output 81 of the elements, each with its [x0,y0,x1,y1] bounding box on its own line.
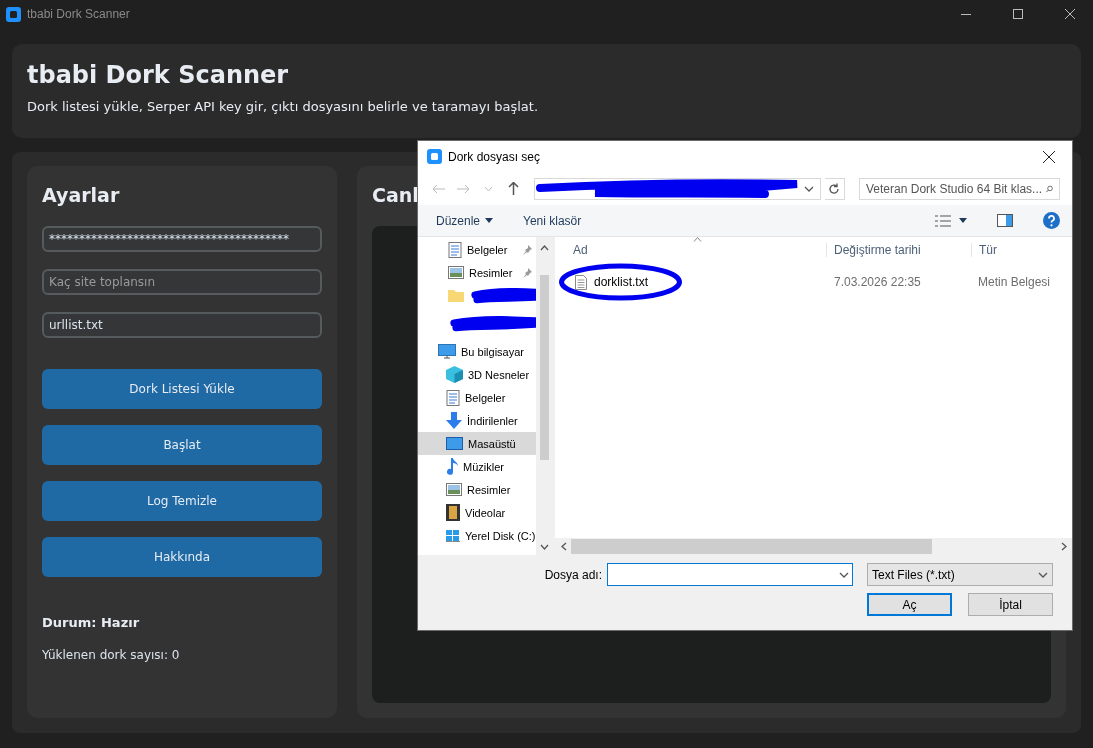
file-row[interactable]: dorklist.txt 7.03.2026 22:35 Metin Belgesi [555,263,1072,301]
nav-item[interactable]: Bu bilgisayar [418,340,536,363]
up-arrow-icon [508,182,520,195]
nav-item[interactable]: Yerel Disk (C:) [418,524,536,547]
action-button[interactable]: Hakkında [42,537,322,577]
nav-item[interactable]: Masaüstü [418,432,536,455]
minimize-icon [961,13,971,15]
nav-item[interactable]: Videolar [418,501,536,524]
chevron-down-icon [839,571,849,578]
app-subtitle: Dork listesi yükle, Serper API key gir, çıktı dosyasını belirle ve taramayı başlat. [27,99,540,114]
drive-icon [446,529,460,542]
window-title: tbabi Dork Scanner [27,7,130,21]
scroll-up-icon [540,245,549,251]
action-button[interactable]: Log Temizle [42,481,322,521]
picture-icon [448,266,464,279]
download-arrow-icon [446,412,462,429]
file-name-label: Dosya adı: [544,567,602,582]
scroll-left-icon [561,542,567,551]
close-icon [1043,150,1055,163]
refresh-icon [828,182,841,195]
chevron-down-icon [803,185,814,192]
back-arrow-icon [432,183,445,194]
column-header[interactable]: Tür [979,243,997,257]
nav-item[interactable]: Resimler [418,478,536,501]
app-icon [6,6,21,22]
caret-icon [485,218,494,223]
nav-item[interactable]: 3D Nesneler [418,363,536,386]
dork-count-text: Yüklenen dork sayısı: 0 [42,648,181,662]
type-cell: Metin Belgesi [978,275,1051,289]
horizontal-scrollbar[interactable] [555,538,1072,555]
nav-item[interactable]: Müzikler [418,455,536,478]
chevron-down-icon [1038,571,1048,578]
open-button[interactable]: Aç [867,593,952,616]
app-icon [427,149,442,164]
date-cell: 7.03.2026 22:35 [834,275,921,289]
caret-icon [959,218,967,223]
chevron-down-icon [485,186,493,191]
scroll-right-icon [1061,542,1067,551]
film-icon [446,504,460,521]
action-button[interactable]: Başlat [42,425,322,465]
maximize-icon [1013,9,1023,19]
organize-menu[interactable]: Düzenle [436,213,494,228]
input-field[interactable]: urllist.txt [42,312,322,338]
computer-icon [438,344,456,359]
list-view-icon [935,214,951,227]
help-icon[interactable] [1043,212,1060,229]
file-name-field[interactable] [607,563,853,586]
folder-icon [448,289,464,302]
column-header[interactable]: Ad [573,243,588,257]
file-type-dropdown[interactable]: Text Files (*.txt) [867,563,1053,586]
column-header[interactable]: Değiştirme tarihi [834,243,921,257]
input-field[interactable]: Kaç site toplansın [42,269,322,295]
document-icon [446,389,460,406]
action-button[interactable]: Dork Listesi Yükle [42,369,322,409]
cube-icon [446,366,463,383]
input-field[interactable]: **************************************** [42,226,322,252]
picture-icon [446,483,462,496]
panel-title: Canl [372,184,419,206]
nav-item[interactable]: Resimler [418,261,536,284]
panel-title: Ayarlar [42,184,120,206]
nav-item[interactable]: Belgeler [418,386,536,409]
close-icon [1065,9,1075,19]
file-name: dorklist.txt [594,275,648,289]
desktop-icon [446,437,463,450]
document-icon [448,241,462,258]
forward-arrow-icon [457,183,471,194]
scroll-down-icon [540,544,549,550]
music-note-icon [446,458,458,475]
preview-pane-icon[interactable] [997,214,1013,227]
cancel-button[interactable]: İptal [968,593,1053,616]
new-folder-button[interactable]: Yeni klasör [523,213,582,228]
view-options-button[interactable] [935,214,967,227]
search-field[interactable]: Veteran Dork Studio 64 Bit klas... [859,177,1060,200]
dialog-title: Dork dosyası seç [448,149,541,164]
nav-item[interactable]: İndirilenler [418,409,536,432]
vertical-scrollbar[interactable] [536,237,553,555]
status-text: Durum: Hazır [42,615,141,630]
nav-item[interactable]: Belgeler [418,238,536,261]
text-file-icon [575,274,587,290]
refresh-button[interactable] [824,177,845,200]
app-title: tbabi Dork Scanner [27,61,290,89]
